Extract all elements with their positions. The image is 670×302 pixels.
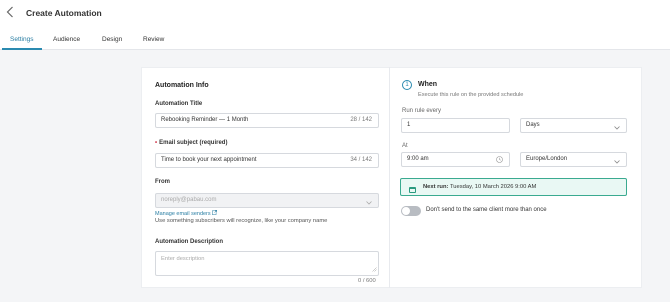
column-divider [389, 67, 390, 288]
description-textarea[interactable]: Enter description [155, 251, 379, 276]
email-subject-label: • Email subject (required) [155, 140, 227, 146]
manage-email-senders-text: Manage email senders [155, 211, 211, 217]
page-title: Create Automation [26, 8, 102, 18]
back-arrow-icon[interactable] [6, 6, 18, 22]
run-every-value: 1 [407, 122, 411, 128]
description-char-count: 0 / 600 [358, 278, 376, 284]
chevron-down-icon [614, 123, 620, 136]
chevron-down-icon [614, 157, 620, 170]
top-bar: Create Automation [0, 0, 670, 30]
clock-icon [496, 156, 503, 169]
next-run-banner: Next run: Tuesday, 10 March 2026 9:00 AM [400, 178, 627, 196]
description-label: Automation Description [155, 239, 224, 245]
run-every-label: Run rule every [402, 108, 442, 114]
when-subtitle: Execute this rule on the provided schedu… [418, 92, 524, 98]
from-value: noreply@pabau.com [161, 197, 217, 203]
timezone-value: Europe/London [526, 156, 568, 162]
tab-bar: Settings Audience Design Review [0, 30, 670, 50]
tab-review[interactable]: Review [135, 30, 172, 50]
tab-settings[interactable]: Settings [2, 30, 42, 50]
calendar-icon [409, 184, 416, 200]
from-hint: Use something subscribers will recognize… [155, 218, 328, 224]
manage-email-senders-link[interactable]: Manage email senders [155, 210, 218, 217]
chevron-down-icon [366, 198, 372, 211]
external-link-icon [212, 210, 218, 217]
timezone-select[interactable]: Europe/London [520, 152, 627, 167]
send-once-toggle[interactable] [401, 206, 421, 216]
step-number-badge: 1 [402, 80, 412, 90]
automation-title-label: Automation Title [155, 101, 203, 107]
from-select[interactable]: noreply@pabau.com [155, 193, 379, 208]
subject-char-count: 34 / 142 [350, 157, 372, 163]
automation-title-input[interactable]: Rebooking Reminder — 1 Month 28 / 142 [155, 113, 379, 128]
resize-handle-icon[interactable] [372, 267, 377, 274]
automation-title-value: Rebooking Reminder — 1 Month [161, 117, 249, 123]
title-char-count: 28 / 142 [350, 117, 372, 123]
send-once-label: Don't send to the same client more than … [426, 207, 547, 213]
toggle-knob [402, 207, 410, 215]
at-label: At [402, 143, 408, 149]
section-heading-info: Automation Info [155, 82, 209, 89]
next-run-label: Next run: [423, 184, 449, 190]
run-unit-value: Days [526, 122, 540, 128]
run-unit-select[interactable]: Days [520, 118, 627, 133]
from-label: From [155, 179, 170, 185]
section-heading-when: When [418, 81, 438, 88]
email-subject-input[interactable]: Time to book your next appointment 34 / … [155, 153, 379, 168]
tab-design[interactable]: Design [94, 30, 130, 50]
email-subject-label-text: Email subject (required) [159, 140, 228, 146]
email-subject-value: Time to book your next appointment [161, 157, 257, 163]
time-input[interactable]: 9:00 am [401, 152, 510, 167]
time-value: 9:00 am [407, 156, 429, 162]
required-dot-icon: • [155, 140, 158, 146]
tab-audience[interactable]: Audience [45, 30, 88, 50]
run-every-input[interactable]: 1 [401, 118, 510, 133]
description-placeholder: Enter description [161, 256, 205, 262]
next-run-value: Tuesday, 10 March 2026 9:00 AM [449, 184, 537, 190]
